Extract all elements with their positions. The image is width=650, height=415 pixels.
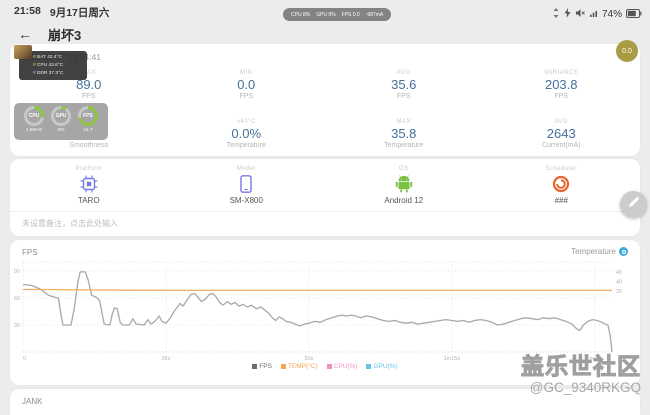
status-icons: 74% (552, 5, 642, 23)
series-FPS (23, 272, 612, 352)
temp-line-cpu: CPU 43.6°C (33, 62, 87, 70)
chart-legend: FPS TEMP(°C) CPU(%) GPU(%) (10, 363, 640, 370)
legend-swatch (366, 364, 371, 369)
game-screenshot-thumb (14, 45, 32, 59)
gauge-gpu: GPU 0% (51, 106, 71, 140)
battery-icon (626, 5, 642, 23)
device-model: Model SM-X800 (168, 166, 326, 205)
stat-variance-fps: VARIANCE203.8FPS (483, 62, 641, 107)
floating-gauge-overlay[interactable]: CPU 1.9GHz GPU 0% FPS 41.7 (14, 103, 108, 140)
android-icon (395, 175, 413, 193)
legend-item-cpu[interactable]: CPU(%) (327, 363, 358, 370)
floating-temp-overlay[interactable]: BAT 42.4°C CPU 43.6°C DDR 37.3°C (14, 45, 94, 81)
x-axis-tick: 50s (304, 356, 313, 362)
legend-label: GPU(%) (373, 363, 397, 370)
page-header: ← 崩坏3 (0, 24, 81, 44)
legend-item-gpu[interactable]: GPU(%) (366, 363, 397, 370)
series-TEMP(°C) (23, 290, 612, 291)
remark-input[interactable]: 未设置备注，点击此处输入 (10, 211, 640, 236)
right-axis-tick: 35 (616, 289, 622, 295)
clock-and-date: 21:58 9月17日周六 (14, 5, 109, 20)
x-axis-tick: 25s (162, 356, 171, 362)
back-button[interactable]: ← (18, 26, 32, 42)
jank-title: JANK (22, 397, 42, 406)
signal-icon (589, 5, 598, 23)
left-axis-tick: 90 (14, 269, 20, 275)
jank-card: JANK (10, 389, 640, 415)
phone-icon (240, 175, 252, 193)
device-os: OS Android 12 (325, 166, 483, 205)
legend-item-fps[interactable]: FPS (252, 363, 272, 370)
edit-fab-button[interactable] (620, 191, 647, 218)
device-platform: Platform TARO (10, 166, 168, 205)
stat-min-fps: MIN0.0FPS (168, 62, 326, 107)
device-grid: Platform TARO Model SM-X800 OS Android 1… (10, 166, 640, 205)
status-date: 9月17日周六 (50, 5, 110, 20)
pill-cpu: CPU 8% (291, 12, 310, 18)
legend-label: FPS (259, 363, 272, 370)
battery-percent: 74% (602, 9, 622, 20)
temperature-toggle-icon (619, 247, 628, 256)
stat-max-temp: MAX35.8Temperature (325, 111, 483, 156)
x-axis-tick: 1m40s (587, 356, 604, 362)
left-axis-tick: 30 (14, 323, 20, 329)
legend-swatch (281, 364, 286, 369)
legend-swatch (327, 364, 332, 369)
x-axis-tick: 1m15s (444, 356, 461, 362)
legend-label: CPU(%) (334, 363, 358, 370)
left-axis-tick: 60 (14, 296, 20, 302)
lightning-icon (564, 5, 571, 23)
right-axis-tick: 45 (616, 270, 622, 276)
fps-gauge-ring: FPS (78, 106, 98, 126)
legend-swatch (252, 364, 257, 369)
stat-temp-over-40: ≥40°C0.0%Temperature (168, 111, 326, 156)
legend-item-tempc[interactable]: TEMP(°C) (281, 363, 318, 370)
stat-avg-current: AVG2643Current(mA) (483, 111, 641, 156)
gauge-cpu: CPU 1.9GHz (24, 106, 44, 140)
pill-current: -987mA (366, 12, 384, 18)
mute-icon (575, 5, 585, 23)
score-badge[interactable]: 0.0 (616, 40, 638, 62)
floating-perf-pill[interactable]: CPU 8% GPU 9% FPS 0.0 -987mA (283, 8, 391, 21)
x-axis-tick: 0 (23, 356, 26, 362)
temp-line-bat: BAT 42.4°C (33, 54, 87, 62)
legend-label: TEMP(°C) (288, 363, 318, 370)
device-card: Platform TARO Model SM-X800 OS Android 1… (10, 159, 640, 236)
temperature-toggle[interactable]: Temperature (571, 247, 628, 256)
fps-line-chart[interactable]: 30 60 90 35 40 45 0 25s 50s 1m15s 1m40s (10, 256, 640, 364)
chip-icon (80, 175, 98, 193)
device-scheduler: Scheduler ### (483, 166, 641, 205)
pill-fps: FPS 0.0 (342, 12, 360, 18)
temp-line-ddr: DDR 37.3°C (33, 70, 87, 78)
status-time: 21:58 (14, 5, 41, 20)
pill-gpu: GPU 9% (316, 12, 335, 18)
fps-chart-card: FPS Temperature 30 60 90 35 40 45 0 25s 50s 1m15s… (10, 240, 640, 385)
network-speed-icon (552, 5, 560, 23)
scheduler-icon (552, 175, 570, 193)
cpu-gauge-ring: CPU (24, 106, 44, 126)
gauge-fps: FPS 41.7 (78, 106, 98, 140)
stat-avg-fps: AVG35.6FPS (325, 62, 483, 107)
right-axis-tick: 40 (616, 280, 622, 286)
gpu-gauge-ring: GPU (51, 106, 71, 126)
pencil-icon (627, 196, 640, 214)
page-title: 崩坏3 (48, 25, 81, 44)
